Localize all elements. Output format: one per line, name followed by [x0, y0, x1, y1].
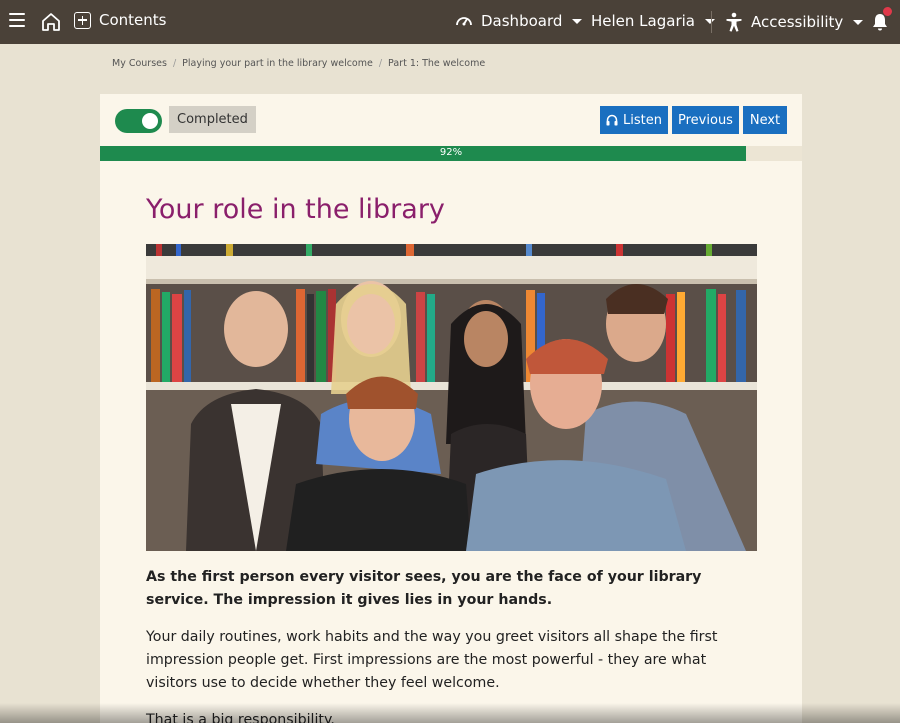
chevron-down-icon: [853, 19, 864, 25]
notifications-button[interactable]: [871, 6, 893, 32]
dashboard-menu[interactable]: Dashboard: [455, 12, 583, 30]
next-label: Next: [749, 112, 781, 128]
staff-group-photo: [146, 244, 757, 551]
intro-paragraph: As the first person every visitor sees, …: [146, 569, 702, 608]
contents-label: Contents: [99, 11, 167, 29]
breadcrumb-my-courses[interactable]: My Courses: [112, 58, 167, 69]
user-name: Helen Lagaria: [591, 12, 695, 30]
breadcrumb-current[interactable]: Part 1: The welcome: [388, 58, 485, 69]
chevron-down-icon: [704, 18, 715, 24]
hamburger-menu-icon[interactable]: [9, 13, 25, 29]
breadcrumb-course[interactable]: Playing your part in the library welcome: [182, 58, 373, 69]
headphones-icon: [606, 114, 618, 126]
listen-button[interactable]: Listen: [600, 106, 668, 134]
body-paragraph-cut: That is a big responsibility.: [146, 712, 335, 723]
progress-label: 92%: [439, 147, 463, 158]
contents-menu[interactable]: Contents: [74, 11, 166, 29]
page-title: Your role in the library: [146, 194, 445, 225]
listen-label: Listen: [623, 112, 662, 128]
nav-divider: [711, 11, 712, 33]
previous-label: Previous: [678, 112, 733, 128]
breadcrumb-separator: /: [378, 58, 383, 69]
progress-bar: 92%: [100, 146, 802, 161]
accessibility-menu[interactable]: Accessibility: [725, 12, 864, 32]
notification-badge: [882, 6, 893, 17]
add-square-icon: [74, 11, 91, 29]
speedometer-icon: [456, 17, 472, 26]
body-paragraph: Your daily routines, work habits and the…: [146, 629, 718, 691]
next-button[interactable]: Next: [743, 106, 787, 134]
toggle-knob: [142, 113, 158, 129]
user-menu[interactable]: Helen Lagaria: [591, 12, 715, 30]
chevron-down-icon: [572, 18, 583, 24]
accessibility-icon: [726, 12, 742, 32]
content-card: Completed Listen Previous Next 92% Your …: [100, 94, 802, 723]
dashboard-label: Dashboard: [481, 12, 563, 30]
lesson-toolbar: Completed Listen Previous Next: [100, 94, 802, 146]
breadcrumb-separator: /: [172, 58, 177, 69]
top-navbar: Contents Dashboard Helen Lagaria Accessi…: [0, 0, 900, 44]
completed-toggle[interactable]: [115, 109, 162, 133]
accessibility-label: Accessibility: [751, 13, 844, 31]
home-icon[interactable]: [40, 11, 62, 33]
previous-button[interactable]: Previous: [672, 106, 739, 134]
breadcrumb: My Courses / Playing your part in the li…: [112, 58, 485, 69]
completed-label: Completed: [169, 106, 256, 133]
